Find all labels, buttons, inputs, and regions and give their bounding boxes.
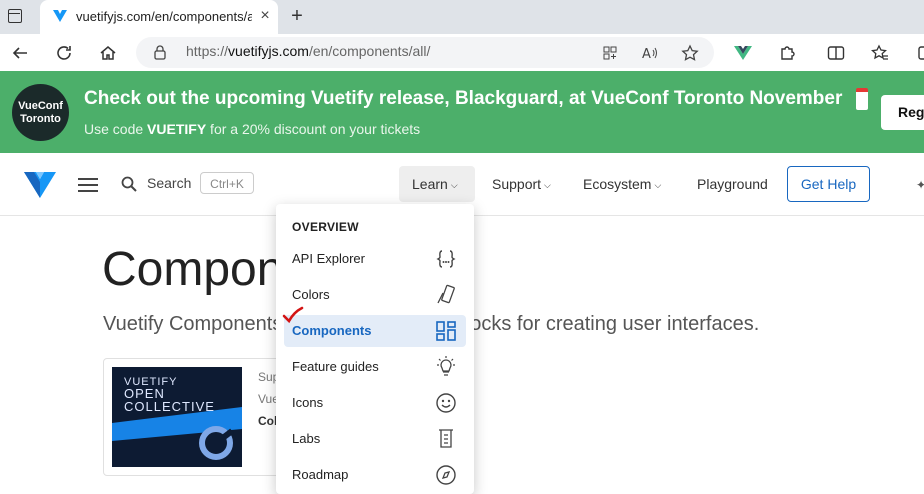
open-collective-wordmark: VUETIFY OPEN COLLECTIVE bbox=[124, 376, 215, 414]
menu-item-label: Colors bbox=[292, 287, 330, 302]
menu-item-api-explorer[interactable]: API Explorer bbox=[284, 243, 466, 275]
menu-item-feature-guides[interactable]: Feature guides bbox=[284, 351, 466, 383]
chevron-down-icon: ⌵ bbox=[544, 180, 551, 190]
url-text[interactable]: https://vuetifyjs.com/en/components/all/ bbox=[186, 43, 430, 59]
menu-item-label: Components bbox=[292, 323, 372, 338]
favorite-star-icon[interactable] bbox=[676, 34, 704, 71]
get-help-button[interactable]: Get Help bbox=[787, 166, 870, 202]
vue-devtools-icon[interactable] bbox=[729, 34, 757, 71]
view-dashboard-icon bbox=[436, 321, 456, 341]
vuetify-favicon-icon bbox=[53, 10, 67, 22]
badge-line-1: VueConf bbox=[18, 99, 63, 112]
settings-icon[interactable]: ✦ bbox=[916, 178, 924, 192]
compass-icon bbox=[436, 465, 456, 485]
red-check-annotation-icon bbox=[282, 306, 304, 324]
menu-item-icons[interactable]: Icons bbox=[284, 387, 466, 419]
tab-close-icon[interactable]: × bbox=[256, 6, 274, 26]
extensions-icon[interactable] bbox=[773, 34, 801, 71]
window-menu-icon[interactable] bbox=[8, 9, 22, 23]
new-tab-button[interactable]: + bbox=[286, 4, 308, 28]
promo-banner bbox=[0, 71, 924, 153]
menu-item-components[interactable]: Components bbox=[284, 315, 466, 347]
back-icon[interactable] bbox=[6, 34, 34, 71]
nav-learn-button[interactable]: Learn ⌵ bbox=[399, 166, 475, 202]
palette-swatch-icon bbox=[437, 284, 455, 304]
chevron-down-icon: ⌵ bbox=[450, 180, 458, 190]
split-screen-icon[interactable] bbox=[822, 34, 850, 71]
menu-item-label: Feature guides bbox=[292, 359, 379, 374]
banner-title: Check out the upcoming Vuetify release, … bbox=[84, 88, 843, 109]
apps-icon[interactable] bbox=[596, 34, 624, 71]
home-icon[interactable] bbox=[94, 34, 122, 71]
menu-heading: OVERVIEW bbox=[292, 220, 359, 234]
search-shortcut: Ctrl+K bbox=[200, 172, 254, 194]
page-title: Compon bbox=[102, 243, 284, 296]
nav-playground-link[interactable]: Playground bbox=[697, 166, 768, 202]
emoticon-icon bbox=[436, 393, 456, 413]
search-button[interactable]: Search bbox=[147, 175, 191, 191]
vueconf-badge: VueConf Toronto bbox=[12, 84, 69, 141]
nav-support-button[interactable]: Support ⌵ bbox=[492, 166, 551, 202]
badge-line-2: Toronto bbox=[20, 112, 61, 125]
tab-title: vuetifyjs.com/en/components/all/ bbox=[76, 9, 252, 24]
banner-subtitle: Use code VUETIFY for a 20% discount on y… bbox=[84, 121, 421, 137]
vuetify-logo-icon[interactable] bbox=[22, 170, 58, 200]
page-lead: Vuetify Components g blocks for creating … bbox=[103, 313, 760, 335]
search-icon[interactable] bbox=[120, 175, 138, 193]
menu-item-label: Icons bbox=[292, 395, 324, 410]
nav-ecosystem-button[interactable]: Ecosystem ⌵ bbox=[583, 166, 661, 202]
code-braces-icon bbox=[436, 250, 456, 268]
menu-item-colors[interactable]: Colors bbox=[284, 279, 466, 311]
beaker-icon bbox=[439, 429, 453, 448]
register-button[interactable]: Reg bbox=[881, 95, 924, 130]
read-aloud-icon[interactable]: A bbox=[636, 34, 664, 71]
collections-icon[interactable] bbox=[910, 34, 924, 71]
lock-icon[interactable] bbox=[152, 44, 168, 60]
calendar-icon bbox=[856, 88, 868, 110]
menu-toggle-icon[interactable] bbox=[78, 178, 98, 192]
svg-text:A: A bbox=[642, 47, 651, 61]
lightbulb-icon bbox=[437, 356, 455, 376]
menu-item-label: Labs bbox=[292, 431, 321, 446]
chevron-down-icon: ⌵ bbox=[654, 180, 662, 190]
menu-item-label: API Explorer bbox=[292, 251, 365, 266]
menu-item-label: Roadmap bbox=[292, 467, 349, 482]
refresh-icon[interactable] bbox=[50, 34, 78, 71]
favorites-icon[interactable] bbox=[866, 34, 894, 71]
menu-item-labs[interactable]: Labs bbox=[284, 423, 466, 455]
menu-item-roadmap[interactable]: Roadmap bbox=[284, 459, 466, 491]
card-text-3: Col bbox=[258, 414, 278, 428]
